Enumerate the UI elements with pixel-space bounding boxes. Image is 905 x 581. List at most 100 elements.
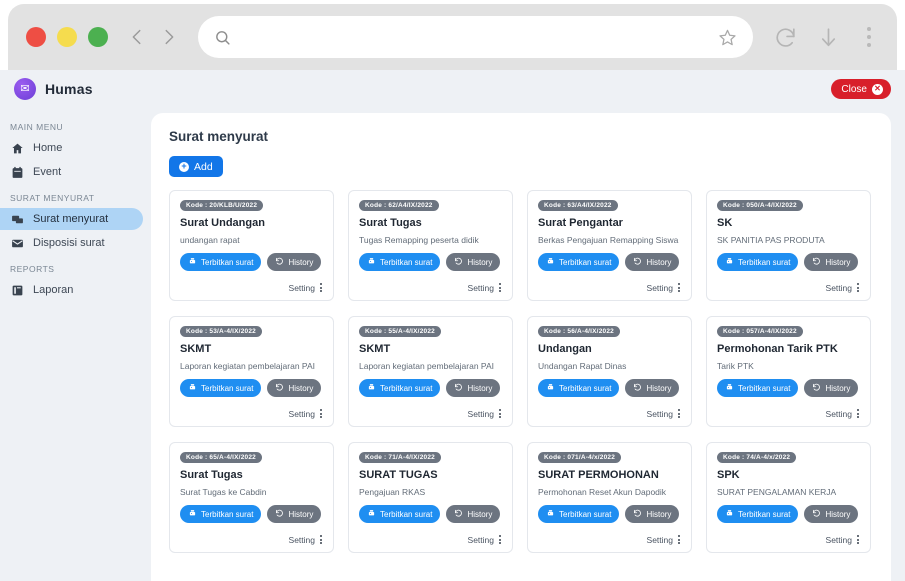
card-title: Surat Tugas	[359, 217, 422, 229]
minimize-window-button[interactable]	[57, 27, 77, 47]
card-menu-icon[interactable]	[319, 408, 323, 419]
setting-link[interactable]: Setting	[289, 283, 315, 293]
letter-card[interactable]: Kode : 55/A-4/IX/2022 SKMT Laporan kegiata…	[348, 316, 513, 427]
card-subtitle: Pengajuan RKAS	[359, 487, 426, 498]
letter-card[interactable]: Kode : 71/A-4/IX/2022 SURAT TUGAS Pengajua…	[348, 442, 513, 553]
letter-card[interactable]: Kode : 65/A-4/IX/2022 Surat Tugas Surat Tu…	[169, 442, 334, 553]
sidebar-item-surat-menyurat[interactable]: Surat menyurat	[0, 208, 143, 230]
card-footer: Setting	[359, 408, 502, 419]
setting-link[interactable]: Setting	[647, 535, 673, 545]
card-menu-icon[interactable]	[677, 408, 681, 419]
brand: ✉ Humas	[14, 78, 93, 100]
publish-button[interactable]: Terbitkan surat	[359, 253, 441, 272]
card-menu-icon[interactable]	[856, 534, 860, 545]
add-button[interactable]: + Add	[169, 156, 223, 177]
card-menu-icon[interactable]	[319, 282, 323, 293]
history-button[interactable]: History	[446, 505, 501, 524]
letter-card[interactable]: Kode : 050/A-4/IX/2022 SK SK PANITIA PAS P…	[706, 190, 871, 301]
history-button[interactable]: History	[625, 379, 680, 398]
publish-button[interactable]: Terbitkan surat	[538, 253, 620, 272]
maximize-window-button[interactable]	[88, 27, 108, 47]
publish-button[interactable]: Terbitkan surat	[717, 253, 799, 272]
history-button-label: History	[467, 383, 493, 393]
forward-icon[interactable]	[158, 26, 180, 48]
letter-card[interactable]: Kode : 071/A-4/x/2022 SURAT PERMOHONAN Per…	[527, 442, 692, 553]
close-button[interactable]: Close ✕	[831, 79, 891, 99]
address-input[interactable]	[241, 29, 708, 45]
publish-button[interactable]: Terbitkan surat	[359, 379, 441, 398]
publish-button-label: Terbitkan surat	[738, 257, 791, 267]
publish-button[interactable]: Terbitkan surat	[717, 379, 799, 398]
letter-card[interactable]: Kode : 53/A-4/IX/2022 SKMT Laporan kegiata…	[169, 316, 334, 427]
kode-badge: Kode : 65/A-4/IX/2022	[180, 452, 262, 463]
back-icon[interactable]	[126, 26, 148, 48]
card-menu-icon[interactable]	[498, 282, 502, 293]
kode-badge: Kode : 71/A-4/IX/2022	[359, 452, 441, 463]
history-button[interactable]: History	[804, 253, 859, 272]
letter-card[interactable]: Kode : 74/A-4/x/2022 SPK SURAT PENGALAMAN …	[706, 442, 871, 553]
card-subtitle: Laporan kegiatan pembelajaran PAI	[180, 361, 315, 372]
card-footer: Setting	[180, 534, 323, 545]
history-button[interactable]: History	[267, 379, 322, 398]
history-button[interactable]: History	[267, 253, 322, 272]
history-button[interactable]: History	[625, 253, 680, 272]
setting-link[interactable]: Setting	[468, 283, 494, 293]
publish-button-label: Terbitkan surat	[738, 383, 791, 393]
card-menu-icon[interactable]	[319, 534, 323, 545]
history-icon	[454, 509, 463, 520]
publish-button[interactable]: Terbitkan surat	[180, 253, 262, 272]
setting-link[interactable]: Setting	[289, 409, 315, 419]
star-icon[interactable]	[718, 28, 737, 47]
card-menu-icon[interactable]	[498, 534, 502, 545]
navigation-buttons	[126, 26, 180, 48]
sidebar-item-event[interactable]: Event	[0, 161, 143, 183]
reload-icon[interactable]	[773, 25, 798, 50]
url-bar[interactable]	[198, 16, 753, 58]
history-button[interactable]: History	[446, 379, 501, 398]
setting-link[interactable]: Setting	[647, 283, 673, 293]
history-button[interactable]: History	[625, 505, 680, 524]
setting-link[interactable]: Setting	[289, 535, 315, 545]
history-button[interactable]: History	[267, 505, 322, 524]
card-menu-icon[interactable]	[498, 408, 502, 419]
history-button[interactable]: History	[804, 505, 859, 524]
close-window-button[interactable]	[26, 27, 46, 47]
letter-card[interactable]: Kode : 057/A-4/IX/2022 Permohonan Tarik P…	[706, 316, 871, 427]
setting-link[interactable]: Setting	[647, 409, 673, 419]
setting-link[interactable]: Setting	[468, 409, 494, 419]
download-icon[interactable]	[816, 25, 841, 50]
history-icon	[454, 383, 463, 394]
letter-card[interactable]: Kode : 63/A4/IX/2022 Surat Pengantar Berka…	[527, 190, 692, 301]
publish-button[interactable]: Terbitkan surat	[538, 505, 620, 524]
sidebar-item-home[interactable]: Home	[0, 137, 143, 159]
letter-card[interactable]: Kode : 62/A4/IX/2022 Surat Tugas Tugas Rem…	[348, 190, 513, 301]
kode-badge: Kode : 55/A-4/IX/2022	[359, 326, 441, 337]
history-icon	[454, 257, 463, 268]
publish-button[interactable]: Terbitkan surat	[717, 505, 799, 524]
sidebar-item-label: Event	[33, 166, 62, 178]
card-menu-icon[interactable]	[856, 282, 860, 293]
card-menu-icon[interactable]	[677, 534, 681, 545]
setting-link[interactable]: Setting	[826, 409, 852, 419]
publish-button[interactable]: Terbitkan surat	[359, 505, 441, 524]
publish-button[interactable]: Terbitkan surat	[538, 379, 620, 398]
publish-button-label: Terbitkan surat	[201, 257, 254, 267]
card-menu-icon[interactable]	[856, 408, 860, 419]
card-actions: Terbitkan surat History	[538, 505, 681, 524]
setting-link[interactable]: Setting	[468, 535, 494, 545]
publish-button[interactable]: Terbitkan surat	[180, 379, 262, 398]
history-button[interactable]: History	[446, 253, 501, 272]
sidebar-item-disposisi-surat[interactable]: Disposisi surat	[0, 232, 143, 254]
letter-card[interactable]: Kode : 20/KLB/U/2022 Surat Undangan undang…	[169, 190, 334, 301]
setting-link[interactable]: Setting	[826, 535, 852, 545]
app-viewport: ✉ Humas Close ✕ MAIN MENU Home Event SURAT …	[0, 70, 905, 581]
envelope-icon	[11, 237, 24, 250]
kebab-menu-icon[interactable]	[859, 25, 879, 49]
setting-link[interactable]: Setting	[826, 283, 852, 293]
card-menu-icon[interactable]	[677, 282, 681, 293]
publish-button[interactable]: Terbitkan surat	[180, 505, 262, 524]
sidebar-item-laporan[interactable]: Laporan	[0, 279, 143, 301]
history-button[interactable]: History	[804, 379, 859, 398]
printer-icon	[188, 509, 197, 520]
letter-card[interactable]: Kode : 56/A-4/IX/2022 Undangan Undangan Ra…	[527, 316, 692, 427]
